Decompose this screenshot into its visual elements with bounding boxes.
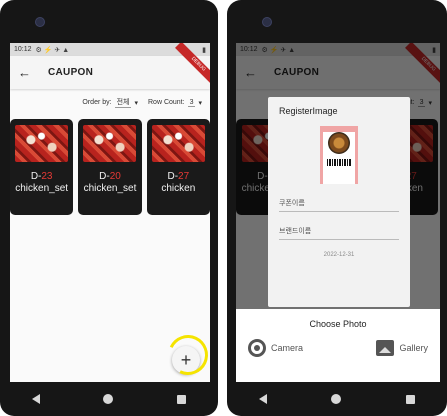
coupon-name: chicken_set (15, 183, 69, 194)
screen-register-image: 10:12 ⚙ ⚡ ✈ ▲ ▮ ← CAUPON DEBUG Order by:… (236, 43, 440, 382)
gallery-icon (376, 340, 395, 356)
status-time: 10:12 (14, 46, 32, 53)
nav-recents-icon[interactable] (405, 394, 415, 404)
row-count-label: Row Count: (148, 99, 185, 106)
battery-icon: ▮ (202, 46, 206, 54)
choose-photo-sheet: Choose Photo Camera Gallery (236, 309, 440, 382)
coupon-dday: D-27 (167, 171, 189, 182)
system-nav-bar (0, 382, 218, 416)
register-image-dialog: RegisterImage 쿠폰이름 브랜드이름 2022-12-31 (268, 97, 410, 307)
coupon-thumbnail (83, 125, 137, 162)
phone-right: 10:12 ⚙ ⚡ ✈ ▲ ▮ ← CAUPON DEBUG Order by:… (227, 0, 447, 416)
sheet-title: Choose Photo (309, 319, 367, 329)
camera-icon (248, 339, 266, 357)
coupon-thumbnail (15, 125, 69, 162)
order-by-dropdown[interactable]: Order by: 전체 ▾ (82, 97, 138, 108)
nav-home-icon[interactable] (331, 394, 342, 404)
page-title: CAUPON (48, 67, 94, 78)
canvas: 10:12 ⚙ ⚡ ✈ ▲ ▮ ← CAUPON DEBUG Order by:… (0, 0, 447, 416)
coupon-name-field[interactable]: 쿠폰이름 (279, 198, 399, 212)
coupon-grid: D-23 chicken_set D-20 chicken_set D-27 c… (10, 108, 210, 215)
camera-option[interactable]: Camera (248, 339, 303, 357)
coupon-name: chicken (161, 183, 196, 194)
order-by-label: Order by: (82, 99, 112, 106)
nav-home-icon[interactable] (103, 394, 114, 404)
dday-prefix: D- (99, 171, 110, 182)
coupon-card[interactable]: D-20 chicken_set (78, 119, 142, 215)
barcode-icon (327, 159, 351, 166)
dday-prefix: D- (167, 171, 179, 182)
dday-number: 27 (178, 171, 190, 182)
phone-left: 10:12 ⚙ ⚡ ✈ ▲ ▮ ← CAUPON DEBUG Order by:… (0, 0, 218, 416)
coupon-dday: D-20 (99, 171, 121, 182)
gallery-label: Gallery (399, 343, 428, 353)
food-photo (328, 132, 350, 154)
chevron-down-icon: ▾ (198, 99, 202, 107)
app-bar: ← CAUPON DEBUG (10, 43, 210, 89)
coupon-thumbnail (151, 125, 205, 162)
row-count-dropdown[interactable]: Row Count: 3 ▾ (148, 97, 202, 108)
chevron-down-icon: ▾ (134, 99, 138, 107)
coupon-card[interactable]: D-23 chicken_set (10, 119, 74, 215)
screen-coupon-list: 10:12 ⚙ ⚡ ✈ ▲ ▮ ← CAUPON DEBUG Order by:… (10, 43, 210, 382)
camera-label: Camera (271, 343, 304, 353)
system-nav-bar (227, 382, 447, 416)
coupon-name: chicken_set (83, 183, 137, 194)
front-camera (35, 17, 45, 27)
coupon-dday: D-23 (31, 171, 53, 182)
nav-recents-icon[interactable] (177, 394, 187, 404)
row-count-value[interactable]: 3 (187, 99, 196, 107)
back-arrow-icon[interactable]: ← (18, 65, 36, 80)
status-icons: ⚙ ⚡ ✈ ▲ (35, 46, 70, 54)
coupon-card[interactable]: D-27 chicken (146, 119, 210, 215)
order-by-value[interactable]: 전체 (114, 97, 132, 108)
photo-options: Camera Gallery (236, 329, 440, 357)
nav-back-icon[interactable] (259, 394, 268, 404)
brand-name-field[interactable]: 브랜드이름 (279, 226, 399, 240)
dialog-title: RegisterImage (279, 106, 338, 116)
dday-number: 20 (109, 171, 121, 182)
dday-prefix: D- (30, 171, 42, 182)
expiry-date[interactable]: 2022-12-31 (279, 252, 399, 258)
nav-back-icon[interactable] (31, 394, 40, 404)
dday-number: 23 (41, 171, 53, 182)
coupon-image-preview[interactable] (320, 126, 358, 184)
gallery-option[interactable]: Gallery (376, 339, 428, 357)
receipt-image (323, 132, 355, 184)
filter-bar: Order by: 전체 ▾ Row Count: 3 ▾ (10, 89, 210, 108)
front-camera (262, 17, 272, 27)
